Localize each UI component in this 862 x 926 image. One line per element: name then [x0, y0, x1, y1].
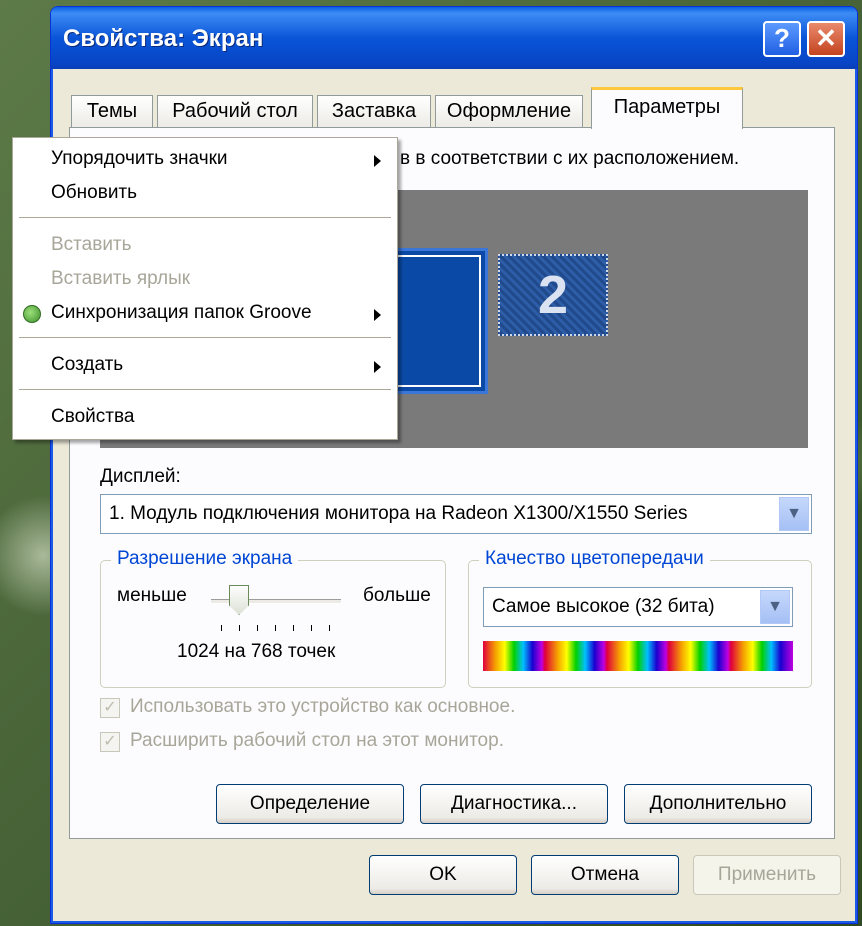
primary-device-label: Использовать это устройство как основное… [130, 696, 516, 717]
color-quality-title: Качество цветопередачи [479, 548, 710, 570]
window-title: Свойства: Экран [63, 25, 264, 52]
extend-desktop-checkbox[interactable]: ✓ [100, 732, 120, 752]
primary-device-checkbox-row[interactable]: ✓ Использовать это устройство как основн… [100, 696, 660, 722]
tab-settings[interactable]: Параметры [591, 87, 743, 129]
color-quality-group: Качество цветопередачи Самое высокое (32… [468, 548, 812, 688]
help-button[interactable]: ? [763, 21, 801, 57]
menu-item-label: Вставить [51, 234, 132, 255]
menu-separator [19, 389, 391, 390]
tab-screensaver[interactable]: Заставка [317, 95, 431, 127]
extend-desktop-label: Расширить рабочий стол на этот монитор. [130, 730, 504, 751]
resolution-less-label: меньше [117, 585, 187, 606]
chevron-down-icon[interactable]: ▼ [760, 590, 790, 624]
resolution-title: Разрешение экрана [111, 548, 299, 570]
menu-item-new[interactable]: Создать [13, 350, 397, 382]
display-label: Дисплей: [100, 466, 181, 487]
menu-item-paste-shortcut[interactable]: Вставить ярлык [13, 264, 397, 296]
title-bar[interactable]: Свойства: Экран ? ✕ [51, 7, 857, 69]
extend-desktop-checkbox-row[interactable]: ✓ Расширить рабочий стол на этот монитор… [100, 730, 660, 756]
monitor-2[interactable]: 2 [498, 254, 608, 336]
color-quality-dropdown[interactable]: Самое высокое (32 бита) ▼ [483, 587, 793, 627]
menu-item-label: Свойства [51, 406, 135, 427]
display-value: 1. Модуль подключения монитора на Radeon… [109, 503, 688, 524]
submenu-arrow-icon [374, 309, 381, 321]
color-quality-value: Самое высокое (32 бита) [492, 596, 715, 617]
resolution-value: 1024 на 768 точек [177, 641, 336, 662]
ok-button[interactable]: OK [369, 855, 517, 895]
menu-item-groove-sync[interactable]: Синхронизация папок Groove [13, 298, 397, 330]
submenu-arrow-icon [374, 155, 381, 167]
desktop-context-menu: Упорядочить значки Обновить Вставить Вст… [12, 137, 398, 440]
close-button[interactable]: ✕ [807, 21, 845, 57]
tab-appearance[interactable]: Оформление [435, 95, 583, 127]
groove-icon [23, 305, 41, 323]
menu-separator [19, 217, 391, 218]
advanced-button[interactable]: Дополнительно [624, 784, 812, 824]
primary-device-checkbox[interactable]: ✓ [100, 698, 120, 718]
apply-button[interactable]: Применить [693, 855, 841, 895]
tab-desktop[interactable]: Рабочий стол [157, 95, 313, 127]
menu-item-arrange-icons[interactable]: Упорядочить значки [13, 144, 397, 176]
troubleshoot-button[interactable]: Диагностика... [420, 784, 608, 824]
menu-item-label: Синхронизация папок Groove [51, 302, 312, 323]
resolution-group: Разрешение экрана меньше больше 1024 на … [100, 548, 446, 688]
identify-button[interactable]: Определение [216, 784, 404, 824]
tab-themes[interactable]: Темы [71, 95, 153, 127]
display-dropdown[interactable]: 1. Модуль подключения монитора на Radeon… [100, 494, 812, 534]
menu-separator [19, 337, 391, 338]
cancel-button[interactable]: Отмена [531, 855, 679, 895]
resolution-slider-thumb[interactable] [229, 585, 249, 615]
monitor-description: в в соответствии с их расположением. [400, 148, 740, 169]
menu-item-refresh[interactable]: Обновить [13, 178, 397, 210]
menu-item-label: Вставить ярлык [51, 268, 191, 289]
menu-item-label: Упорядочить значки [51, 148, 228, 169]
menu-item-properties[interactable]: Свойства [13, 402, 397, 434]
color-spectrum-preview [483, 641, 793, 671]
menu-item-paste[interactable]: Вставить [13, 230, 397, 262]
menu-item-label: Создать [51, 354, 124, 375]
submenu-arrow-icon [374, 361, 381, 373]
menu-item-label: Обновить [51, 182, 138, 203]
chevron-down-icon[interactable]: ▼ [779, 497, 809, 531]
resolution-more-label: больше [363, 585, 431, 606]
